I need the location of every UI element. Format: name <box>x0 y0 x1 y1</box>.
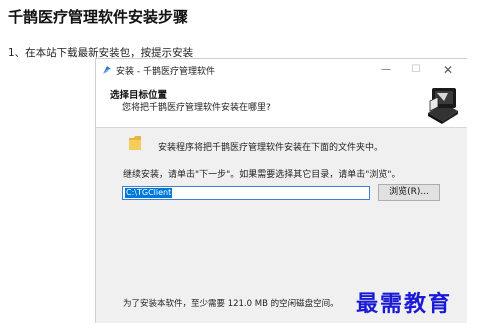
installer-dialog: 安装 - 千鹊医疗管理软件 — ☐ ✕ 选择目标位置 您将把千鹊医疗管理软件安装… <box>95 58 467 323</box>
watermark-logo: 最需教育 <box>356 291 453 317</box>
folder-icon <box>129 136 141 150</box>
browse-button[interactable]: 浏览(R)... <box>378 184 440 201</box>
wizard-header: 选择目标位置 您将把千鹊医疗管理软件安装在哪里? <box>96 81 467 128</box>
install-path-input[interactable]: C:\TGClient <box>122 186 370 200</box>
install-path-value: C:\TGClient <box>125 188 173 198</box>
wizard-header-title: 选择目标位置 <box>110 90 168 101</box>
window-titlebar[interactable]: 安装 - 千鹊医疗管理软件 — ☐ ✕ <box>96 59 467 81</box>
page-title: 千鹊医疗管理软件安装步骤 <box>8 8 189 26</box>
install-location-info: 安装程序将把千鹊医疗管理软件安装在下面的文件夹中。 <box>158 143 384 153</box>
computer-install-icon <box>423 84 461 124</box>
wizard-header-subtitle: 您将把千鹊医疗管理软件安装在哪里? <box>122 103 271 113</box>
maximize-button[interactable]: ☐ <box>404 61 428 79</box>
minimize-button[interactable]: — <box>374 61 398 79</box>
window-title: 安装 - 千鹊医疗管理软件 <box>116 67 215 77</box>
close-button[interactable]: ✕ <box>436 61 460 79</box>
install-instruction: 继续安装，请单击"下一步"。如果需要选择其它目录，请单击"浏览"。 <box>123 170 401 180</box>
installer-app-icon <box>103 66 111 74</box>
disk-space-requirement: 为了安装本软件，至少需要 121.0 MB 的空闲磁盘空间。 <box>123 299 339 309</box>
